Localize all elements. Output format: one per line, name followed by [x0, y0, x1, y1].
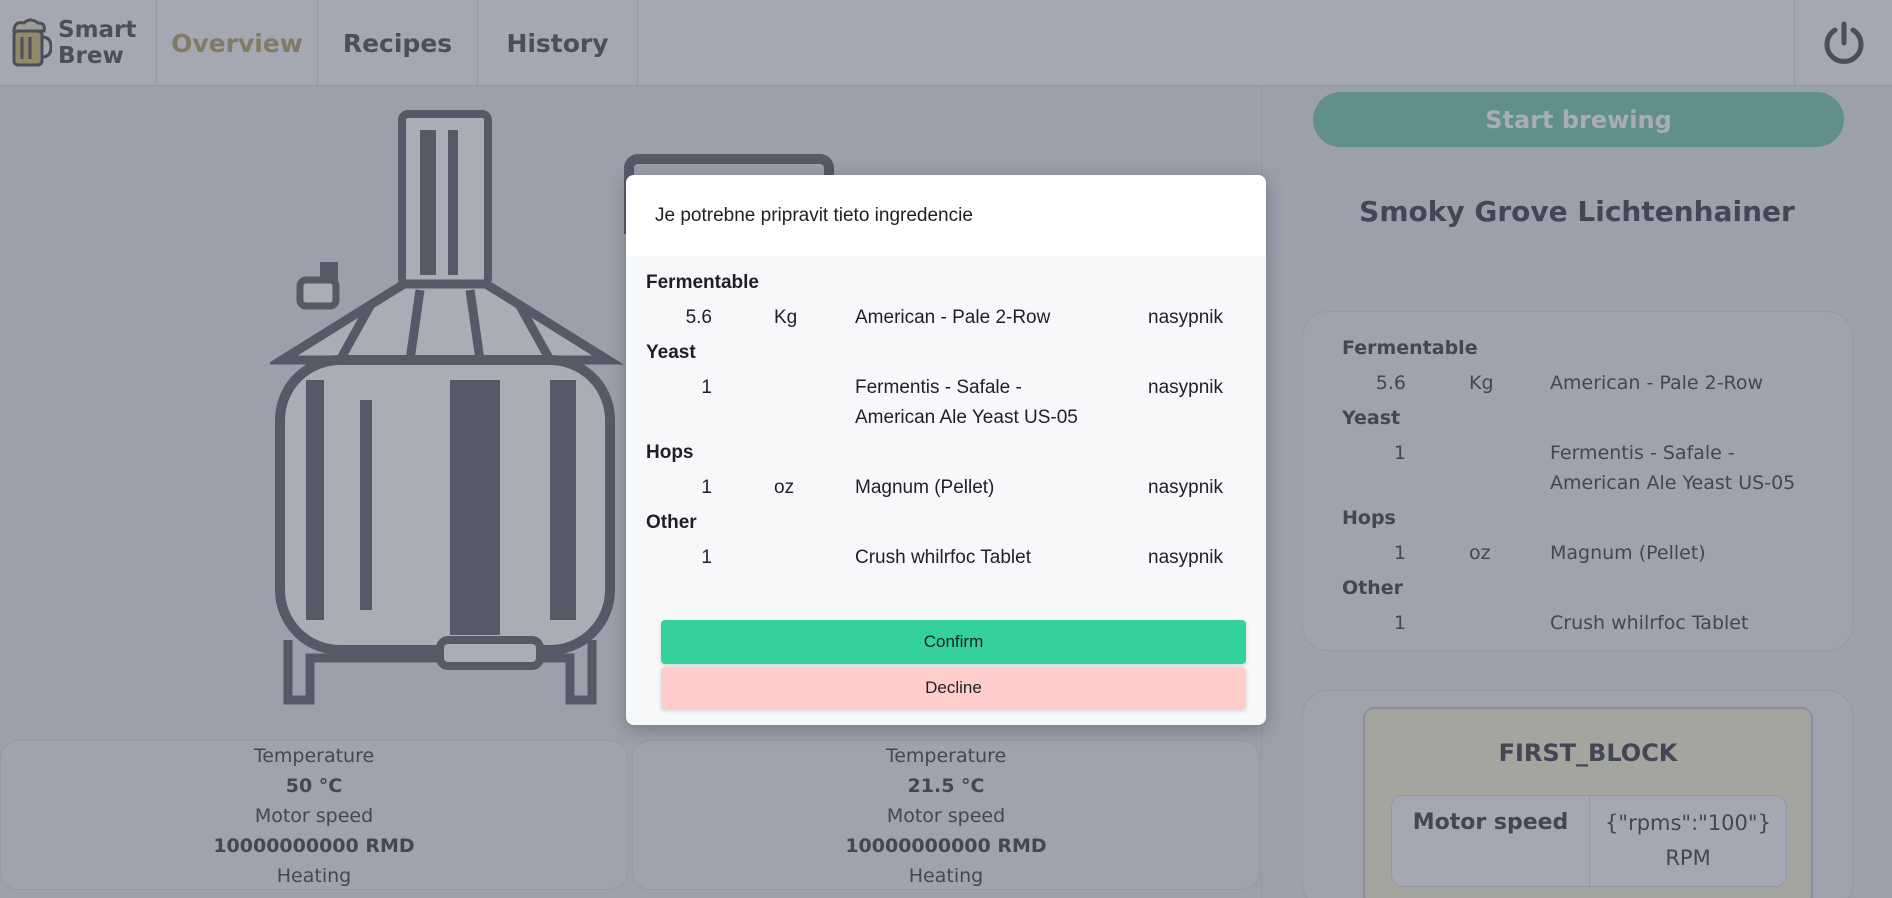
modal-title: Je potrebne pripravit tieto ingredencie [626, 175, 1266, 256]
ingredient-unit: Kg [774, 307, 798, 328]
category-other: Other [646, 512, 697, 533]
ingredient-location: nasypnik [1148, 477, 1223, 498]
ingredient-name: Fermentis - Safale - American Ale Yeast … [855, 377, 1078, 428]
ingredient-location: nasypnik [1148, 377, 1223, 398]
decline-button[interactable]: Decline [661, 667, 1246, 709]
ingredient-name: American - Pale 2-Row [855, 307, 1051, 328]
category-hops: Hops [646, 442, 694, 463]
ingredients-modal: Je potrebne pripravit tieto ingredencie … [626, 175, 1266, 725]
category-yeast: Yeast [646, 342, 696, 363]
ingredient-name: Magnum (Pellet) [855, 477, 995, 498]
ingredient-amount: 1 [701, 477, 712, 498]
confirm-button[interactable]: Confirm [661, 620, 1246, 664]
ingredient-location: nasypnik [1148, 547, 1223, 568]
ingredient-unit: oz [774, 477, 795, 498]
modal-ingredient-list: Fermentable 5.6 Kg American - Pale 2-Row… [626, 256, 1266, 616]
category-fermentable: Fermentable [646, 272, 759, 293]
ingredient-amount: 1 [701, 377, 712, 398]
ingredient-amount: 5.6 [685, 307, 712, 328]
ingredient-location: nasypnik [1148, 307, 1223, 328]
ingredient-amount: 1 [701, 547, 712, 568]
ingredient-name: Crush whilrfoc Tablet [855, 547, 1032, 568]
